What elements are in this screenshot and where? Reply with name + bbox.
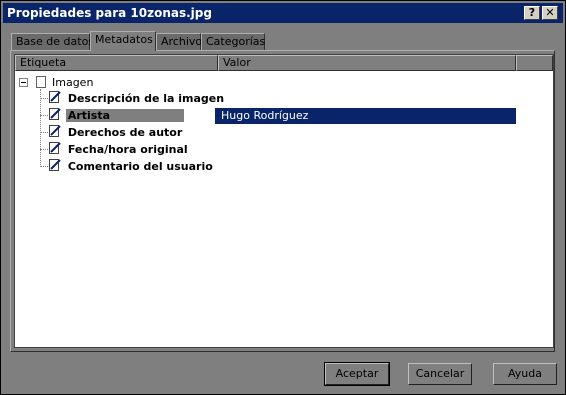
- window-title: Propiedades para 10zonas.jpg: [7, 6, 212, 20]
- list-item-label: Descripción de la imagen: [67, 92, 225, 105]
- list-item[interactable]: Fecha/hora original: [49, 142, 188, 158]
- list-item-label: Artista: [65, 109, 185, 122]
- list-item[interactable]: Derechos de autor: [49, 125, 182, 141]
- list-item-selected[interactable]: Artista: [49, 108, 185, 124]
- column-header-valor[interactable]: Valor: [218, 55, 516, 71]
- edit-document-icon: [49, 91, 61, 103]
- tree-connector: [40, 98, 48, 99]
- edit-document-icon: [49, 125, 61, 137]
- tree-connector: [40, 132, 48, 133]
- cancel-button[interactable]: Cancelar: [408, 363, 472, 385]
- help-button[interactable]: ?: [524, 6, 540, 20]
- edit-document-icon: [49, 142, 61, 154]
- accept-button[interactable]: Aceptar: [324, 362, 390, 386]
- list-item-label: Fecha/hora original: [67, 143, 188, 156]
- properties-dialog: Propiedades para 10zonas.jpg ? ✕ Base de…: [0, 0, 566, 395]
- edit-document-icon: [49, 108, 61, 120]
- tab-archivo[interactable]: Archivo: [156, 33, 202, 50]
- help-dialog-button[interactable]: Ayuda: [493, 363, 557, 385]
- collapse-icon[interactable]: [19, 78, 28, 87]
- list-item-label: Derechos de autor: [67, 126, 183, 139]
- tree-connector: [40, 89, 41, 167]
- tree-connector: [40, 149, 48, 150]
- list-item-value[interactable]: Hugo Rodríguez: [221, 108, 308, 124]
- tree-root-label: Imagen: [52, 76, 94, 89]
- tree-root-row[interactable]: Imagen: [19, 74, 93, 90]
- metadata-list[interactable]: Etiqueta Valor Imagen Descripción de la …: [14, 54, 554, 348]
- title-bar[interactable]: Propiedades para 10zonas.jpg ? ✕: [3, 3, 563, 23]
- tree-connector: [40, 166, 48, 167]
- tab-metadatos[interactable]: Metadatos: [90, 31, 156, 51]
- list-item-label: Comentario del usuario: [67, 160, 213, 173]
- close-button[interactable]: ✕: [542, 6, 558, 20]
- list-item[interactable]: Comentario del usuario: [49, 159, 213, 175]
- tab-base-de-datos[interactable]: Base de datos: [11, 33, 94, 50]
- column-header-etiqueta[interactable]: Etiqueta: [15, 55, 218, 71]
- tree-connector: [40, 115, 48, 116]
- edit-document-icon: [49, 159, 61, 171]
- column-header-filler: [516, 55, 553, 71]
- document-icon: [35, 76, 46, 88]
- tab-categorias[interactable]: Categorías: [201, 33, 265, 50]
- list-item[interactable]: Descripción de la imagen: [49, 91, 224, 107]
